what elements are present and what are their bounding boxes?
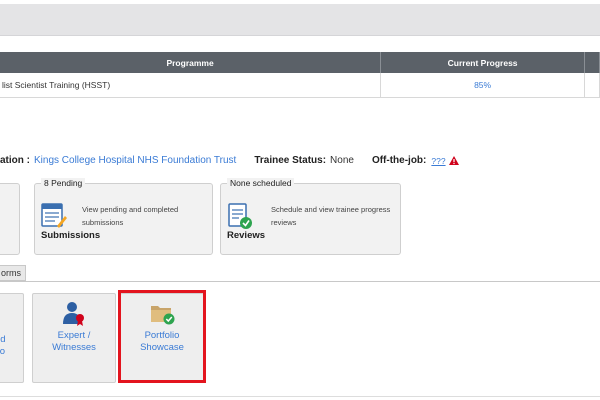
expert-person-icon bbox=[63, 302, 84, 326]
submissions-pending-count: 8 Pending bbox=[41, 178, 86, 188]
submissions-description: View pending and completed submissions bbox=[82, 205, 179, 227]
programme-name-cell: list Scientist Training (HSST) bbox=[0, 73, 382, 98]
tab-divider bbox=[0, 281, 600, 282]
expert-witnesses-label: Expert / Witnesses bbox=[52, 330, 96, 353]
submissions-title: Submissions bbox=[41, 230, 101, 241]
reviews-card[interactable]: None scheduled Schedule and view trainee… bbox=[220, 178, 401, 255]
partial-left-card[interactable] bbox=[0, 183, 20, 255]
bottom-divider bbox=[0, 396, 600, 397]
off-the-job-link[interactable]: ??? bbox=[431, 156, 445, 166]
programme-column-header[interactable]: Programme bbox=[0, 52, 382, 73]
partial-left-tile[interactable]: nd o bbox=[0, 293, 24, 383]
table-row[interactable]: list Scientist Training (HSST) 85% bbox=[0, 73, 600, 98]
partial-tile-label: nd o bbox=[0, 334, 6, 357]
extra-column-header bbox=[584, 52, 600, 73]
programme-table: Programme Current Progress list Scientis… bbox=[0, 52, 600, 98]
location-label: ation : bbox=[0, 155, 30, 166]
location-link[interactable]: Kings College Hospital NHS Foundation Tr… bbox=[34, 155, 236, 166]
reviews-title: Reviews bbox=[227, 230, 266, 241]
trainee-status-value: None bbox=[330, 155, 354, 166]
tab-forms[interactable]: orms bbox=[0, 265, 26, 281]
highlight-box bbox=[118, 290, 206, 383]
trainee-info-row: ation : Kings College Hospital NHS Found… bbox=[0, 155, 459, 166]
table-header-row: Programme Current Progress bbox=[0, 52, 600, 73]
reviews-description: Schedule and view trainee progress revie… bbox=[271, 205, 391, 227]
submissions-card[interactable]: 8 Pending View pending and completed sub… bbox=[34, 178, 213, 255]
reviews-schedule-status: None scheduled bbox=[227, 178, 295, 188]
current-progress-column-header[interactable]: Current Progress bbox=[380, 52, 585, 73]
extra-cell bbox=[584, 73, 600, 98]
trainee-status-label: Trainee Status: bbox=[254, 155, 327, 166]
warning-icon bbox=[448, 156, 459, 165]
reviews-check-icon bbox=[228, 203, 252, 229]
off-the-job-label: Off-the-job: bbox=[371, 155, 427, 166]
progress-link[interactable]: 85% bbox=[380, 73, 585, 98]
expert-witnesses-tile[interactable]: Expert / Witnesses bbox=[32, 293, 116, 383]
top-header-bar bbox=[0, 4, 600, 36]
submissions-list-icon bbox=[41, 203, 67, 228]
